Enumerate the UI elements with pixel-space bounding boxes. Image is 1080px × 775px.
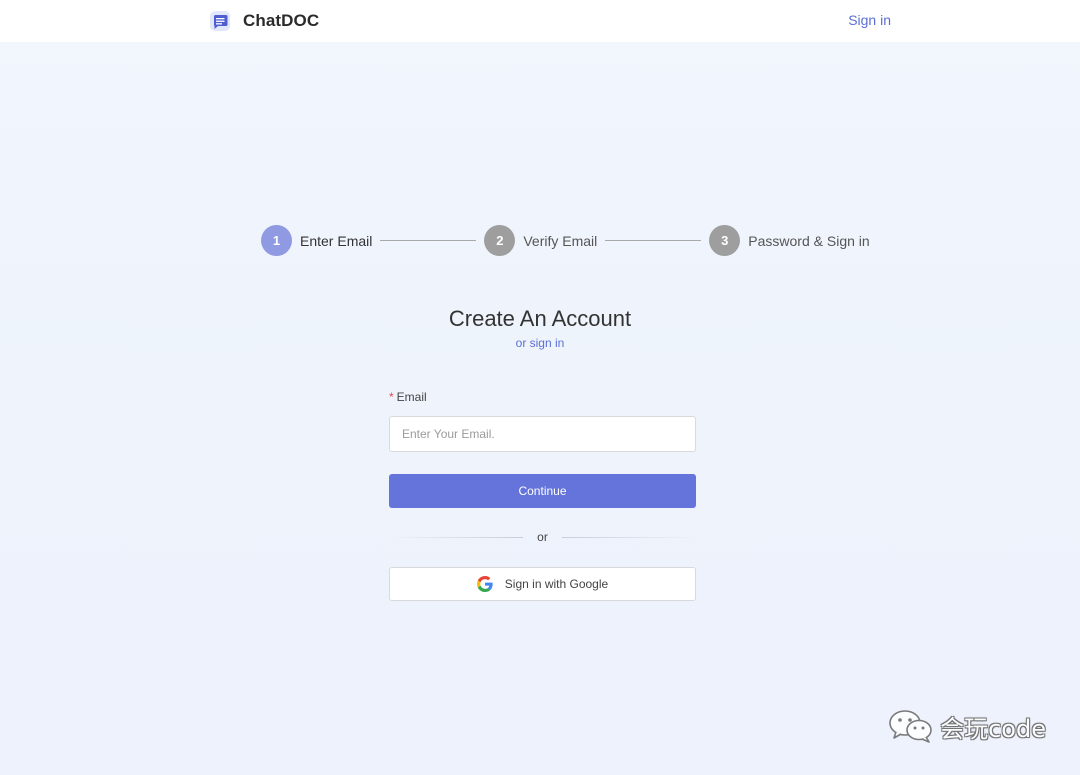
step-connector	[605, 240, 702, 241]
step-enter-email: 1 Enter Email	[261, 225, 372, 256]
step-label-enter-email: Enter Email	[300, 232, 373, 249]
continue-button[interactable]: Continue	[389, 474, 696, 508]
step-number-1: 1	[261, 225, 292, 256]
divider-line	[561, 536, 697, 538]
brand[interactable]: ChatDOC	[209, 9, 319, 33]
or-divider: or	[389, 529, 697, 545]
divider-text: or	[537, 530, 548, 544]
email-field[interactable]	[389, 416, 696, 452]
watermark-text: 会玩code	[940, 714, 1046, 743]
required-mark: *	[389, 390, 394, 404]
top-header: ChatDOC Sign in	[0, 0, 1080, 42]
signup-stepper: 1 Enter Email 2 Verify Email 3 Password …	[261, 225, 870, 256]
watermark: 会玩code	[888, 708, 1046, 744]
signup-page: ChatDOC Sign in 1 Enter Email 2 Verify E…	[0, 0, 1080, 775]
or-signin-link[interactable]: or sign in	[516, 336, 565, 350]
email-label: * Email	[389, 389, 696, 405]
google-signin-label: Sign in with Google	[504, 577, 609, 591]
header-signin-link[interactable]: Sign in	[848, 12, 891, 28]
brand-name: ChatDOC	[243, 11, 320, 30]
google-g-icon	[476, 576, 493, 592]
wechat-icon	[888, 708, 934, 744]
email-label-text: Email	[396, 390, 427, 404]
step-label-verify-email: Verify Email	[523, 232, 598, 249]
chat-document-icon	[209, 10, 231, 32]
step-number-2: 2	[484, 225, 516, 256]
page-title: Create An Account	[448, 306, 632, 331]
step-verify-email: 2 Verify Email	[484, 225, 597, 256]
step-label-password-signin: Password & Sign in	[748, 232, 870, 249]
step-password-signin: 3 Password & Sign in	[709, 225, 870, 256]
step-connector	[380, 240, 477, 241]
google-signin-button[interactable]: Sign in with Google	[389, 567, 696, 601]
or-signin-row: or sign in	[0, 336, 1080, 350]
divider-line	[389, 536, 524, 538]
signup-form: *Email Continue or Sign in with Google	[389, 389, 697, 601]
step-number-3: 3	[709, 225, 741, 256]
